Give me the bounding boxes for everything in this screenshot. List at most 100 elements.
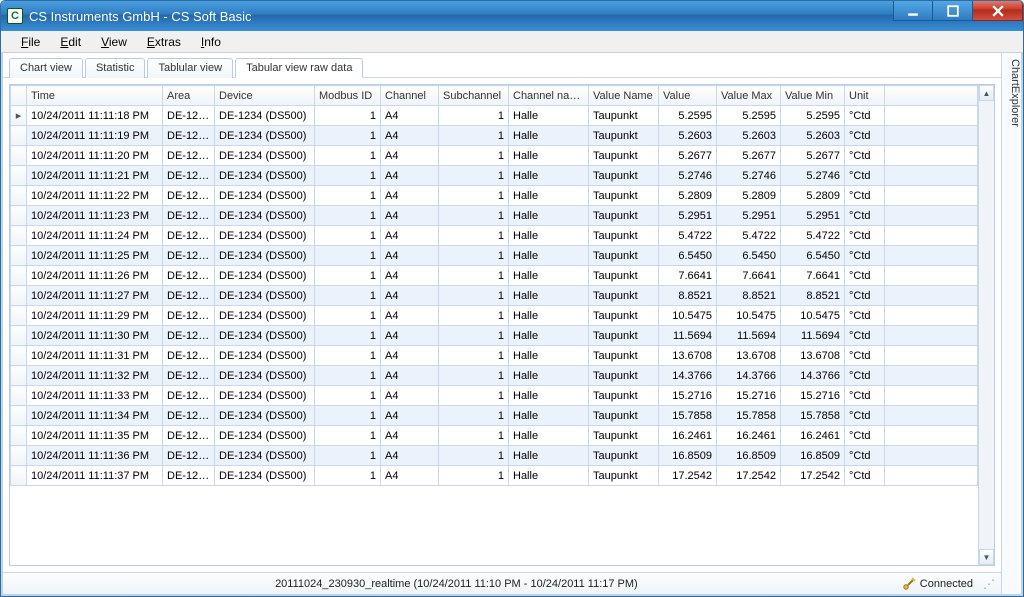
cell-channel: A4 [381,426,439,446]
cell-subchannel: 1 [439,246,509,266]
client-area: Chart viewStatisticTablular viewTabular … [1,53,1023,596]
cell-value_min: 13.6708 [781,346,845,366]
table-row[interactable]: 10/24/2011 11:11:35 PMDE-1234DE-1234 (DS… [11,426,978,446]
cell-subchannel: 1 [439,426,509,446]
table-row[interactable]: 10/24/2011 11:11:32 PMDE-1234DE-1234 (DS… [11,366,978,386]
tab-chart-view[interactable]: Chart view [9,58,83,78]
resize-grip-icon[interactable]: ⋰ [983,577,993,591]
maximize-button[interactable] [933,1,973,21]
cell-value: 5.2677 [659,146,717,166]
tab-tablular-view[interactable]: Tablular view [147,58,233,78]
cell-subchannel: 1 [439,326,509,346]
cell-channel: A4 [381,466,439,486]
cell-device: DE-1234 (DS500) [215,206,315,226]
table-row[interactable]: 10/24/2011 11:11:27 PMDE-1234DE-1234 (DS… [11,286,978,306]
cell-device: DE-1234 (DS500) [215,266,315,286]
cell-area: DE-1234 [163,386,215,406]
cell-unit: °Ctd [845,366,885,386]
titlebar[interactable]: C CS Instruments GmbH - CS Soft Basic [1,1,1023,31]
cell-value_name: Taupunkt [589,266,659,286]
table-row[interactable]: 10/24/2011 11:11:19 PMDE-1234DE-1234 (DS… [11,126,978,146]
column-header-value[interactable]: Value [659,86,717,106]
table-row[interactable]: 10/24/2011 11:11:29 PMDE-1234DE-1234 (DS… [11,306,978,326]
table-row[interactable]: 10/24/2011 11:11:37 PMDE-1234DE-1234 (DS… [11,466,978,486]
cell-value_min: 5.2595 [781,106,845,126]
column-header-channel_name[interactable]: Channel name [509,86,589,106]
cell-channel: A4 [381,386,439,406]
status-text: 20111024_230930_realtime (10/24/2011 11:… [11,578,902,590]
table-row[interactable]: 10/24/2011 11:11:23 PMDE-1234DE-1234 (DS… [11,206,978,226]
cell-value_max: 8.8521 [717,286,781,306]
table-row[interactable]: 10/24/2011 11:11:20 PMDE-1234DE-1234 (DS… [11,146,978,166]
cell-modbus_id: 1 [315,166,381,186]
table-row[interactable]: 10/24/2011 11:11:33 PMDE-1234DE-1234 (DS… [11,386,978,406]
table-row[interactable]: 10/24/2011 11:11:21 PMDE-1234DE-1234 (DS… [11,166,978,186]
cell-time: 10/24/2011 11:11:33 PM [27,386,163,406]
cell-value: 16.2461 [659,426,717,446]
column-header-unit[interactable]: Unit [845,86,885,106]
close-button[interactable] [973,1,1023,21]
scroll-up-arrow-icon[interactable]: ▲ [979,85,994,101]
table-row[interactable]: 10/24/2011 11:11:24 PMDE-1234DE-1234 (DS… [11,226,978,246]
cell-device: DE-1234 (DS500) [215,426,315,446]
statusbar: 20111024_230930_realtime (10/24/2011 11:… [3,572,1001,594]
table-row[interactable]: 10/24/2011 11:11:26 PMDE-1234DE-1234 (DS… [11,266,978,286]
cell-area: DE-1234 [163,166,215,186]
column-header-modbus_id[interactable]: Modbus ID [315,86,381,106]
table-row[interactable]: 10/24/2011 11:11:34 PMDE-1234DE-1234 (DS… [11,406,978,426]
cell-filler [885,286,978,306]
menu-edit[interactable]: Edit [50,33,91,51]
column-header-area[interactable]: Area [163,86,215,106]
table-row[interactable]: 10/24/2011 11:11:31 PMDE-1234DE-1234 (DS… [11,346,978,366]
table-row[interactable]: 10/24/2011 11:11:30 PMDE-1234DE-1234 (DS… [11,326,978,346]
cell-time: 10/24/2011 11:11:31 PM [27,346,163,366]
cell-filler [885,466,978,486]
column-header-device[interactable]: Device [215,86,315,106]
column-header-value_min[interactable]: Value Min [781,86,845,106]
menu-file[interactable]: File [11,33,50,51]
table-row[interactable]: 10/24/2011 11:11:22 PMDE-1234DE-1234 (DS… [11,186,978,206]
cell-filler [885,366,978,386]
cell-device: DE-1234 (DS500) [215,166,315,186]
cell-value_min: 16.8509 [781,446,845,466]
table-row[interactable]: 10/24/2011 11:11:25 PMDE-1234DE-1234 (DS… [11,246,978,266]
column-header-value_name[interactable]: Value Name [589,86,659,106]
cell-value_min: 15.7858 [781,406,845,426]
side-panel-tab[interactable]: ChartExplorer [1001,53,1021,594]
cell-value_name: Taupunkt [589,166,659,186]
vertical-scrollbar[interactable]: ▲ ▼ [978,85,994,565]
cell-channel: A4 [381,206,439,226]
column-header-time[interactable]: Time [27,86,163,106]
table-row[interactable]: 10/24/2011 11:11:36 PMDE-1234DE-1234 (DS… [11,446,978,466]
cell-filler [885,346,978,366]
menu-info[interactable]: Info [191,33,231,51]
cell-filler [885,306,978,326]
tab-statistic[interactable]: Statistic [85,58,146,78]
tabstrip: Chart viewStatisticTablular viewTabular … [3,53,1001,78]
cell-value_max: 5.2809 [717,186,781,206]
grid[interactable]: TimeAreaDeviceModbus IDChannelSubchannel… [9,84,995,566]
cell-subchannel: 1 [439,126,509,146]
cell-device: DE-1234 (DS500) [215,366,315,386]
cell-filler [885,266,978,286]
scroll-down-arrow-icon[interactable]: ▼ [979,549,994,565]
cell-subchannel: 1 [439,286,509,306]
cell-channel_name: Halle [509,126,589,146]
table-row[interactable]: ▸10/24/2011 11:11:18 PMDE-1234DE-1234 (D… [11,106,978,126]
menu-view[interactable]: View [91,33,137,51]
cell-value_min: 5.2677 [781,146,845,166]
cell-channel_name: Halle [509,106,589,126]
minimize-button[interactable] [893,1,933,21]
column-header-subchannel[interactable]: Subchannel [439,86,509,106]
column-header-channel[interactable]: Channel [381,86,439,106]
cell-unit: °Ctd [845,386,885,406]
cell-modbus_id: 1 [315,186,381,206]
menu-extras[interactable]: Extras [137,33,191,51]
column-header-value_max[interactable]: Value Max [717,86,781,106]
tab-tabular-view-raw-data[interactable]: Tabular view raw data [235,58,363,78]
cell-modbus_id: 1 [315,286,381,306]
cell-area: DE-1234 [163,146,215,166]
cell-unit: °Ctd [845,346,885,366]
row-indicator [11,246,27,266]
cell-modbus_id: 1 [315,446,381,466]
